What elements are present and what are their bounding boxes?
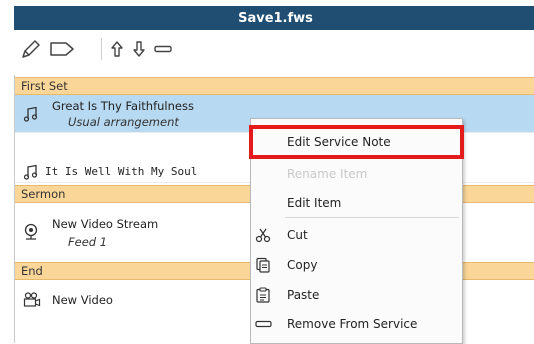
menu-item-label: Edit Service Note: [287, 135, 391, 149]
scissors-icon: [255, 227, 271, 243]
window-title: Save1.fws: [14, 6, 534, 30]
remove-dash-icon[interactable]: [152, 36, 174, 62]
menu-item-label: Remove From Service: [287, 317, 418, 331]
webcam-icon: [23, 223, 39, 244]
menu-item-cut[interactable]: Cut: [251, 220, 462, 250]
copy-icon: [255, 257, 271, 273]
menu-separator: [285, 217, 459, 218]
menu-item-edit-service-note[interactable]: Edit Service Note: [249, 125, 464, 159]
menu-item-remove-from-service[interactable]: Remove From Service: [251, 309, 462, 339]
paste-icon: [255, 287, 271, 303]
menu-item-paste[interactable]: Paste: [251, 280, 462, 310]
item-title: Great Is Thy Faithfulness: [52, 99, 194, 113]
video-camera-icon: [23, 292, 41, 311]
remove-dash-icon: [255, 316, 272, 332]
move-up-arrow-icon[interactable]: [107, 36, 127, 62]
section-label: End: [21, 264, 43, 278]
section-header-first-set[interactable]: First Set: [15, 77, 534, 95]
menu-item-copy[interactable]: Copy: [251, 250, 462, 280]
label-tag-icon[interactable]: [47, 36, 77, 62]
move-down-arrow-icon[interactable]: [129, 36, 149, 62]
menu-item-rename-item: Rename Item: [251, 160, 462, 188]
item-subtitle: Feed 1: [68, 235, 108, 249]
context-menu: Edit Service Note Rename Item Edit Item …: [249, 118, 464, 344]
menu-item-label: Edit Item: [287, 196, 342, 210]
item-title: New Video Stream: [52, 217, 159, 231]
section-label: First Set: [21, 79, 68, 93]
section-label: Sermon: [21, 187, 66, 201]
menu-item-edit-item[interactable]: Edit Item: [251, 189, 462, 217]
menu-item-label: Copy: [287, 258, 318, 272]
item-subtitle: Usual arrangement: [68, 115, 179, 129]
music-note-icon: [23, 106, 39, 125]
menu-item-label: Rename Item: [287, 167, 368, 181]
toolbar-separator: [101, 38, 102, 60]
edit-pencil-icon[interactable]: [16, 36, 46, 62]
menu-item-label: Cut: [287, 228, 308, 242]
music-note-icon: [23, 164, 39, 183]
toolbar: [14, 30, 534, 70]
menu-item-label: Paste: [287, 288, 320, 302]
item-title: It Is Well With My Soul: [45, 165, 198, 178]
item-title: New Video: [52, 293, 113, 307]
